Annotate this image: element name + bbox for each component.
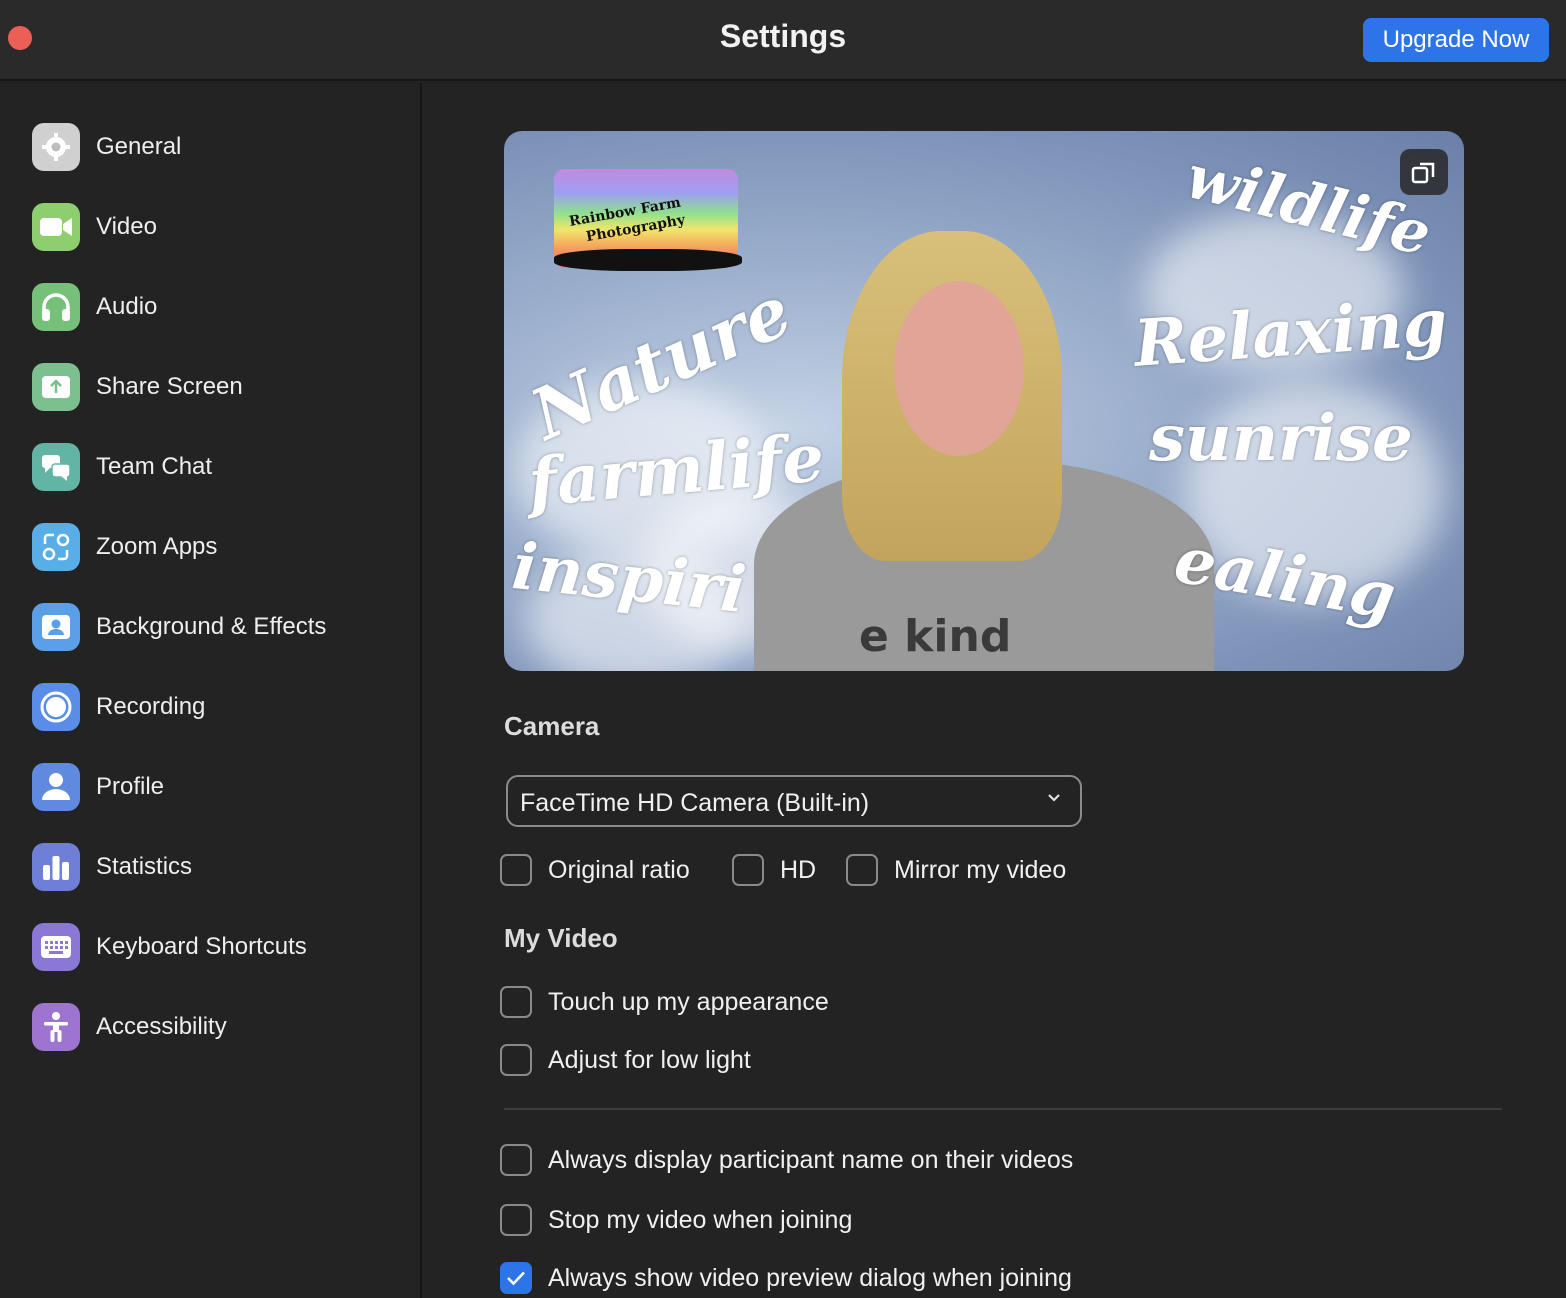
my-video-section-title: My Video [504, 923, 618, 953]
sidebar-item-background-effects[interactable]: Background & Effects [32, 603, 412, 651]
upgrade-now-button[interactable]: Upgrade Now [1363, 18, 1549, 62]
pop-out-icon [1411, 162, 1435, 184]
touch-up-appearance-checkbox[interactable]: Touch up my appearance [500, 986, 829, 1018]
sidebar-item-label: Recording [96, 693, 206, 720]
display-participant-name-checkbox[interactable]: Always display participant name on their… [500, 1144, 1073, 1176]
sidebar-item-label: Keyboard Shortcuts [96, 933, 307, 960]
sidebar-item-label: Audio [96, 293, 158, 320]
keyboard-icon [32, 923, 80, 971]
camera-select-value: FaceTime HD Camera (Built-in) [520, 789, 870, 817]
accessibility-icon [32, 1003, 80, 1051]
sidebar-item-share-screen[interactable]: Share Screen [32, 363, 412, 411]
background-word: sunrise [1149, 401, 1413, 476]
sidebar-item-accessibility[interactable]: Accessibility [32, 1003, 412, 1051]
settings-sidebar: General Video Audio Share Screen Team Ch… [0, 83, 422, 1298]
record-icon [32, 683, 80, 731]
sidebar-item-label: Team Chat [96, 453, 213, 480]
share-screen-icon [32, 363, 80, 411]
apps-icon [32, 523, 80, 571]
sidebar-item-keyboard-shortcuts[interactable]: Keyboard Shortcuts [32, 923, 412, 971]
original-ratio-checkbox[interactable]: Original ratio [500, 854, 690, 886]
sidebar-item-video[interactable]: Video [32, 203, 412, 251]
sidebar-item-label: Video [96, 213, 157, 240]
mirror-video-checkbox[interactable]: Mirror my video [846, 854, 1066, 886]
gear-icon [32, 123, 80, 171]
sidebar-item-label: Profile [96, 773, 165, 800]
sidebar-item-team-chat[interactable]: Team Chat [32, 443, 412, 491]
sidebar-item-zoom-apps[interactable]: Zoom Apps [32, 523, 412, 571]
video-settings-panel: Rainbow Farm Photography wildlife Nature… [424, 83, 1566, 1298]
video-camera-icon [32, 203, 80, 251]
stop-video-joining-checkbox[interactable]: Stop my video when joining [500, 1204, 852, 1236]
bar-chart-icon [32, 843, 80, 891]
person-icon [32, 763, 80, 811]
person-frame-icon [32, 603, 80, 651]
sidebar-item-label: General [96, 133, 182, 160]
checkmark-icon [507, 1271, 525, 1286]
hd-checkbox[interactable]: HD [732, 854, 816, 886]
sidebar-item-audio[interactable]: Audio [32, 283, 412, 331]
camera-section-title: Camera [504, 711, 600, 741]
sidebar-item-label: Share Screen [96, 373, 243, 400]
person-face [894, 281, 1024, 456]
chevron-down-icon [1046, 789, 1062, 810]
pop-out-preview-button[interactable] [1400, 149, 1448, 195]
title-bar: Settings Upgrade Now [0, 0, 1566, 81]
sidebar-item-label: Accessibility [96, 1013, 227, 1040]
sidebar-item-label: Statistics [96, 853, 193, 880]
sidebar-item-label: Zoom Apps [96, 533, 218, 560]
show-video-preview-checkbox[interactable]: Always show video preview dialog when jo… [500, 1262, 1072, 1294]
chat-bubbles-icon [32, 443, 80, 491]
headphones-icon [32, 283, 80, 331]
sidebar-item-profile[interactable]: Profile [32, 763, 412, 811]
window-title: Settings [719, 18, 847, 54]
camera-select[interactable]: FaceTime HD Camera (Built-in) [506, 775, 1082, 827]
sidebar-item-recording[interactable]: Recording [32, 683, 412, 731]
divider [504, 1108, 1502, 1110]
sidebar-item-statistics[interactable]: Statistics [32, 843, 412, 891]
sidebar-item-label: Background & Effects [96, 613, 327, 640]
video-preview: Rainbow Farm Photography wildlife Nature… [504, 131, 1464, 671]
adjust-low-light-checkbox[interactable]: Adjust for low light [500, 1044, 751, 1076]
sidebar-item-general[interactable]: General [32, 123, 412, 171]
